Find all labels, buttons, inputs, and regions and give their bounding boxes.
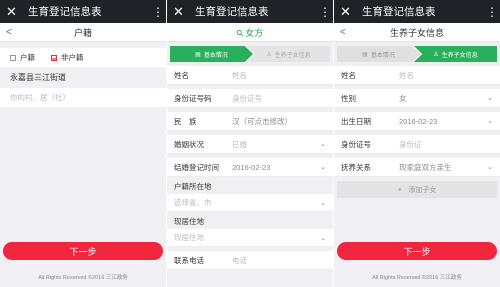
field-input[interactable]: 电话: [232, 255, 326, 266]
back-icon[interactable]: <: [6, 27, 12, 38]
chevron-down-icon[interactable]: ⌄: [487, 94, 493, 102]
option-feihuji[interactable]: 非户籍: [51, 52, 84, 63]
field-child-id[interactable]: 身份证号 身份证: [334, 135, 500, 154]
field-input[interactable]: 汉（可点击修改）: [232, 116, 326, 127]
field-label: 联系电话: [174, 255, 204, 265]
field-date[interactable]: 2016-02-23: [232, 163, 320, 172]
checkbox-checked-icon[interactable]: [51, 54, 57, 61]
option-huji[interactable]: 户籍: [10, 52, 35, 63]
field-label: 性别: [341, 93, 356, 103]
field-child-name[interactable]: 姓名 姓名: [334, 66, 500, 85]
user-icon: ♙: [433, 51, 439, 58]
step-basic-info[interactable]: ▤ 基本情况: [170, 46, 253, 62]
select-placeholder: 选择省、市: [174, 198, 212, 207]
chevron-down-icon[interactable]: ⌄: [320, 163, 326, 171]
document-icon: ▤: [362, 51, 368, 58]
next-button[interactable]: 下一步: [337, 242, 497, 260]
sub-header: < 生养子女信息: [334, 23, 500, 42]
next-button[interactable]: 下一步: [3, 242, 163, 260]
window-title: 生育登记信息表: [28, 6, 102, 18]
window-title: 生育登记信息表: [362, 6, 436, 18]
plus-icon: +: [397, 185, 403, 194]
field-label: 民 族: [174, 116, 197, 126]
field-input[interactable]: 姓名: [232, 70, 326, 81]
panel-huji: ✕ 生育登记信息表 ⋮ < 户籍 户籍 非户籍 永嘉县三江街道 你的村、居（社）…: [0, 0, 166, 287]
step-children-info[interactable]: ♙ 生养子女信息: [247, 46, 330, 62]
top-bar: ✕ 生育登记信息表 ⋮: [167, 0, 333, 23]
field-date[interactable]: 2016-02-23: [399, 117, 487, 126]
progress-steps: ▤ 基本情况 ♙ 生养子女信息: [334, 46, 500, 62]
close-icon[interactable]: ✕: [340, 5, 356, 18]
select-placeholder: 现居住地: [174, 233, 204, 242]
field-select[interactable]: 女: [399, 93, 487, 104]
sub-header: ⚲女方: [167, 23, 333, 42]
step-children-info[interactable]: ♙ 生养子女信息: [414, 46, 497, 62]
add-child-label: 添加子女: [408, 186, 437, 194]
field-label: 结婚登记时间: [174, 162, 219, 172]
step-basic-info[interactable]: ▤ 基本情况: [337, 46, 420, 62]
back-icon[interactable]: <: [340, 27, 346, 38]
field-input[interactable]: 姓名: [399, 70, 493, 81]
top-bar: ✕ 生育登记信息表 ⋮: [334, 0, 500, 23]
progress-steps: ▤ 基本情况 ♙ 生养子女信息: [167, 46, 333, 62]
page-title: 女方: [245, 27, 264, 38]
field-label: 身份证号: [341, 139, 371, 149]
field-label: 抚养关系: [341, 162, 371, 172]
chevron-down-icon[interactable]: ⌄: [320, 199, 326, 207]
chevron-down-icon[interactable]: ⌄: [487, 117, 493, 125]
option-label: 户籍: [20, 53, 35, 62]
field-gender[interactable]: 性别 女 ⌄: [334, 89, 500, 108]
field-name[interactable]: 姓名 姓名: [167, 66, 333, 85]
more-icon[interactable]: ⋮: [319, 6, 331, 18]
field-select[interactable]: 已婚: [232, 139, 320, 150]
field-marriage-date[interactable]: 结婚登记时间 2016-02-23 ⌄: [167, 158, 333, 177]
field-marital-status[interactable]: 婚姻状况 已婚 ⌄: [167, 135, 333, 154]
field-label: 姓名: [174, 70, 189, 80]
step-label: 生养子女信息: [274, 52, 311, 59]
field-label: 婚姻状况: [174, 139, 204, 149]
field-id-number[interactable]: 身份证号码 身份证号: [167, 89, 333, 108]
field-input[interactable]: 身份证号: [232, 93, 326, 104]
xianzhu-select[interactable]: 现居住地 ⌄: [167, 229, 333, 247]
user-icon: ♙: [266, 51, 272, 58]
field-phone[interactable]: 联系电话 电话: [167, 251, 333, 270]
option-label: 非户籍: [61, 53, 84, 62]
field-select[interactable]: 现家庭双方亲生: [399, 162, 487, 173]
close-icon[interactable]: ✕: [173, 5, 189, 18]
huji-select[interactable]: 选择省、市 ⌄: [167, 194, 333, 212]
chevron-down-icon[interactable]: ⌄: [487, 163, 493, 171]
village-input[interactable]: 你的村、居（社）: [0, 88, 166, 107]
top-bar: ✕ 生育登记信息表 ⋮: [0, 0, 166, 23]
document-icon: ▤: [195, 51, 201, 58]
page-title: 生养子女信息: [389, 27, 444, 38]
field-custody[interactable]: 抚养关系 现家庭双方亲生 ⌄: [334, 158, 500, 177]
step-label: 生养子女信息: [441, 52, 478, 59]
window-title: 生育登记信息表: [195, 6, 269, 18]
checkbox-icon[interactable]: [10, 54, 16, 61]
chevron-down-icon[interactable]: ⌄: [320, 140, 326, 148]
field-label: 身份证号码: [174, 93, 212, 103]
field-birth-date[interactable]: 出生日期 2016-02-23 ⌄: [334, 112, 500, 131]
panel-female: ✕ 生育登记信息表 ⋮ ⚲女方 ▤ 基本情况 ♙ 生养子女信息 姓名 姓名 身份证号…: [167, 0, 333, 287]
more-icon[interactable]: ⋮: [152, 6, 164, 18]
step-label: 基本情况: [203, 52, 228, 59]
footer: All Rights Reserved ©2016 三江政务: [38, 275, 128, 281]
more-icon[interactable]: ⋮: [486, 6, 498, 18]
field-label: 出生日期: [341, 116, 371, 126]
sub-header: < 户籍: [0, 23, 166, 42]
step-label: 基本情况: [370, 52, 395, 59]
field-label: 姓名: [341, 70, 356, 80]
residence-type-row: 户籍 非户籍: [0, 48, 166, 67]
page-title: 户籍: [73, 27, 92, 38]
add-child-button[interactable]: + 添加子女: [337, 181, 497, 198]
address-label: 永嘉县三江街道: [10, 73, 66, 82]
close-icon[interactable]: ✕: [6, 5, 22, 18]
xianzhu-label: 现居住地: [174, 217, 204, 226]
huji-label: 户籍所在地: [174, 182, 212, 191]
field-ethnicity[interactable]: 民 族 汉（可点击修改）: [167, 112, 333, 131]
field-input[interactable]: 身份证: [399, 139, 493, 150]
chevron-down-icon[interactable]: ⌄: [320, 234, 326, 242]
footer: All Rights Reserved ©2016 三江政务: [372, 275, 462, 281]
panel-children: ✕ 生育登记信息表 ⋮ < 生养子女信息 ▤ 基本情况 ♙ 生养子女信息 姓名 姓名…: [334, 0, 500, 287]
